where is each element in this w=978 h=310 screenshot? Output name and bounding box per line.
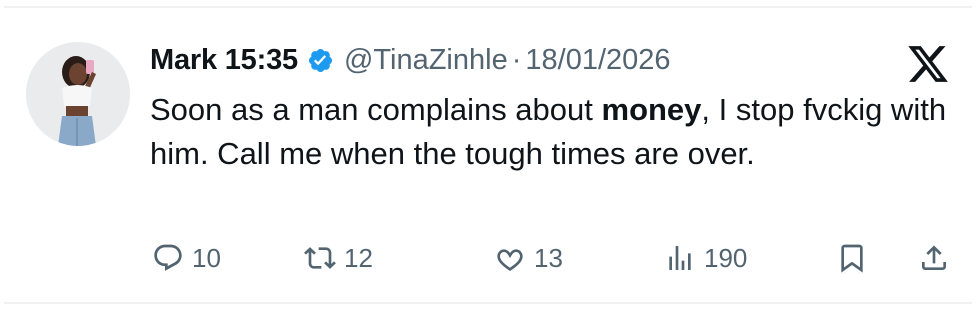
like-count: 13 bbox=[534, 242, 563, 273]
bookmark-button[interactable] bbox=[836, 236, 868, 280]
tweet-text-start: Soon as a man complains about bbox=[150, 92, 602, 127]
display-name[interactable]: Mark 15:35 bbox=[150, 44, 298, 77]
views-count: 190 bbox=[704, 242, 748, 273]
tweet-header: Mark 15:35 @TinaZinhle · 18/01/2026 bbox=[150, 38, 671, 82]
reply-count: 10 bbox=[192, 242, 221, 273]
like-icon bbox=[494, 242, 526, 274]
action-bar: 10 12 13 190 bbox=[152, 236, 962, 280]
retweet-button[interactable]: 12 bbox=[304, 236, 373, 280]
x-logo-icon[interactable] bbox=[906, 42, 950, 86]
retweet-count: 12 bbox=[344, 242, 373, 273]
views-icon bbox=[664, 242, 696, 274]
tweet-card: Mark 15:35 @TinaZinhle · 18/01/2026 Soon… bbox=[4, 6, 972, 304]
views-button[interactable]: 190 bbox=[664, 236, 747, 280]
verified-badge-icon bbox=[307, 47, 334, 74]
tweet-text: Soon as a man complains about money, I s… bbox=[150, 88, 960, 176]
reply-icon bbox=[152, 242, 184, 274]
share-icon bbox=[918, 242, 950, 274]
tweet-text-bold: money bbox=[601, 92, 702, 127]
avatar-photo bbox=[26, 42, 130, 146]
like-button[interactable]: 13 bbox=[494, 236, 563, 280]
retweet-icon bbox=[304, 242, 336, 274]
user-handle[interactable]: @TinaZinhle bbox=[344, 44, 508, 77]
bookmark-icon bbox=[836, 242, 868, 274]
avatar[interactable] bbox=[26, 42, 130, 146]
separator-dot: · bbox=[511, 43, 522, 76]
tweet-date[interactable]: 18/01/2026 bbox=[525, 44, 670, 77]
share-button[interactable] bbox=[918, 236, 950, 280]
reply-button[interactable]: 10 bbox=[152, 236, 221, 280]
